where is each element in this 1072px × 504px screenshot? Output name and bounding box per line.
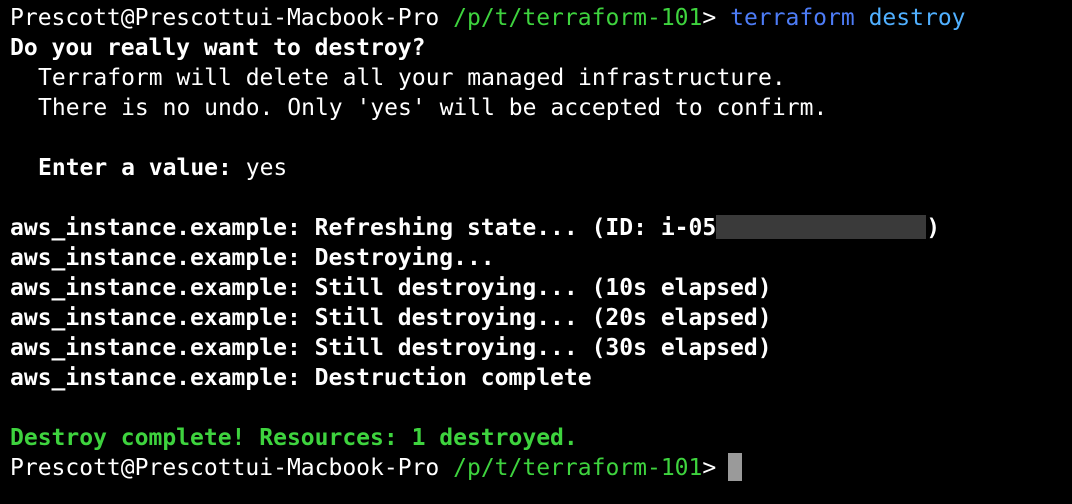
confirm-question: Do you really want to destroy? bbox=[10, 35, 426, 61]
output-still-20: aws_instance.example: Still destroying..… bbox=[10, 303, 1072, 333]
resource-name: aws_instance.example: bbox=[10, 275, 301, 301]
refreshing-text: Refreshing state... (ID: i-05 bbox=[300, 215, 717, 241]
confirm-line-1: Terraform will delete all your managed i… bbox=[38, 65, 786, 91]
output-still-10: aws_instance.example: Still destroying..… bbox=[10, 273, 1072, 303]
output-refreshing: aws_instance.example: Refreshing state..… bbox=[10, 213, 1072, 243]
output-destroying: aws_instance.example: Destroying... bbox=[10, 243, 1072, 273]
enter-value-input: yes bbox=[231, 155, 288, 181]
enter-value-line: Enter a value: yes bbox=[10, 153, 1072, 183]
refreshing-suffix: ) bbox=[926, 215, 941, 241]
prompt-path: /p/t/terraform-101 bbox=[453, 5, 703, 31]
prompt-user-host: Prescott@Prescottui-Macbook-Pro bbox=[10, 455, 440, 481]
prompt-symbol: > bbox=[702, 5, 717, 31]
command-program: terraform bbox=[730, 5, 855, 31]
resource-name: aws_instance.example: bbox=[10, 335, 301, 361]
still-30-text: Still destroying... (30s elapsed) bbox=[300, 335, 772, 361]
command-args: destroy bbox=[868, 5, 966, 31]
resource-name: aws_instance.example: bbox=[10, 305, 301, 331]
output-complete: aws_instance.example: Destruction comple… bbox=[10, 363, 1072, 393]
still-20-text: Still destroying... (20s elapsed) bbox=[300, 305, 772, 331]
resource-name: aws_instance.example: bbox=[10, 215, 301, 241]
prompt-symbol: > bbox=[702, 455, 717, 481]
prompt-user-host: Prescott@Prescottui-Macbook-Pro bbox=[10, 5, 440, 31]
terminal-window[interactable]: Prescott@Prescottui-Macbook-Pro /p/t/ter… bbox=[0, 0, 1072, 504]
resource-name: aws_instance.example: bbox=[10, 365, 301, 391]
confirm-line-2: There is no undo. Only 'yes' will be acc… bbox=[38, 95, 828, 121]
destroying-text: Destroying... bbox=[300, 245, 495, 271]
prompt-path: /p/t/terraform-101 bbox=[453, 455, 703, 481]
prompt-line-final[interactable]: Prescott@Prescottui-Macbook-Pro /p/t/ter… bbox=[10, 452, 1072, 483]
text-cursor[interactable] bbox=[728, 452, 743, 481]
redacted-instance-id bbox=[716, 214, 927, 239]
destroy-summary: Destroy complete! Resources: 1 destroyed… bbox=[10, 425, 578, 451]
complete-text: Destruction complete bbox=[300, 365, 592, 391]
still-10-text: Still destroying... (10s elapsed) bbox=[300, 275, 772, 301]
resource-name: aws_instance.example: bbox=[10, 245, 301, 271]
prompt-line: Prescott@Prescottui-Macbook-Pro /p/t/ter… bbox=[10, 3, 1072, 33]
output-still-30: aws_instance.example: Still destroying..… bbox=[10, 333, 1072, 363]
enter-value-label: Enter a value: bbox=[38, 155, 232, 181]
